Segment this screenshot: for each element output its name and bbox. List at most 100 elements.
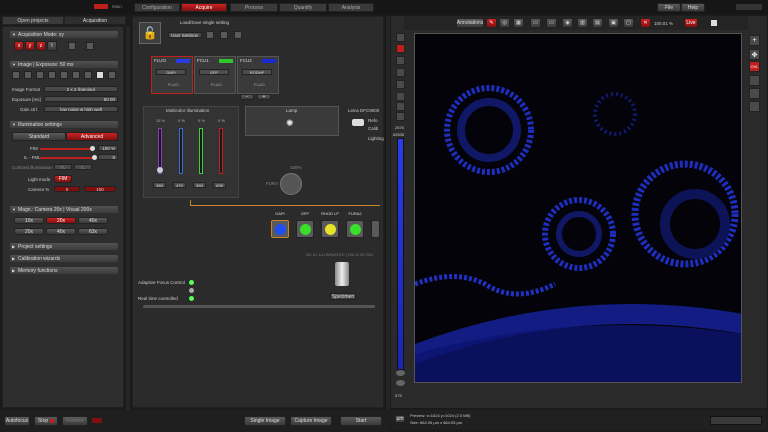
- intensity-knob-bottom[interactable]: [396, 380, 405, 386]
- il-fim-slider-knob[interactable]: [92, 155, 97, 160]
- start-button[interactable]: Start: [340, 416, 382, 426]
- move-icon[interactable]: ✥: [749, 49, 760, 60]
- right-tool-4[interactable]: [749, 75, 760, 86]
- camera-tool-icon-2[interactable]: [24, 71, 32, 79]
- help-menu[interactable]: Help: [681, 3, 705, 12]
- tab-configuration[interactable]: Configuration: [134, 3, 180, 12]
- load-icon[interactable]: [220, 31, 228, 39]
- slider-2-val[interactable]: 470: [173, 182, 186, 188]
- fim-value[interactable]: 100 %: [98, 145, 118, 151]
- illumination-header[interactable]: ▼ Illumination settings: [10, 121, 118, 128]
- filter-5-button[interactable]: [371, 220, 380, 238]
- file-menu[interactable]: File: [657, 3, 681, 12]
- tab-quantify[interactable]: Quantify: [279, 3, 327, 12]
- filter-fura2-button[interactable]: [346, 220, 364, 238]
- turret-icon[interactable]: [280, 173, 302, 195]
- camera-tool-icon-4[interactable]: [48, 71, 56, 79]
- image-format-select[interactable]: 2 x 2 (binning): [44, 86, 118, 92]
- scale-icon[interactable]: ▤: [592, 18, 603, 28]
- rect-red-icon[interactable]: ▭: [546, 18, 557, 28]
- vtool-1[interactable]: [396, 33, 405, 42]
- window-controls[interactable]: [736, 4, 762, 10]
- palette-icon[interactable]: ▥: [577, 18, 588, 28]
- red-slider[interactable]: [219, 128, 223, 174]
- channel-3-dye[interactable]: RODHP: [242, 69, 272, 75]
- vtool-7[interactable]: [396, 102, 405, 111]
- intensity-bar[interactable]: [397, 138, 404, 370]
- unit-button[interactable]: µm: [395, 415, 405, 423]
- leica-sub-lighting[interactable]: Lighting: [368, 136, 384, 141]
- lock-icon[interactable]: 🔓: [139, 22, 161, 44]
- right-tool-6[interactable]: [749, 101, 760, 112]
- magn-40x[interactable]: 40x: [78, 217, 108, 224]
- intensity-knob-top[interactable]: [396, 370, 405, 376]
- left-splitter[interactable]: [126, 26, 130, 410]
- tab-acquire[interactable]: Acquire: [181, 3, 227, 12]
- light-mode-fim[interactable]: FIM: [54, 175, 72, 183]
- advanced-button[interactable]: Advanced: [66, 132, 118, 141]
- reset-icon[interactable]: [234, 31, 242, 39]
- vtool-crosshair[interactable]: [396, 44, 405, 53]
- tab-acquisition[interactable]: Acquisition: [64, 16, 126, 25]
- objective-icon[interactable]: [335, 262, 349, 286]
- slider-3-val[interactable]: 550: [193, 182, 206, 188]
- camera-tool-icon-8[interactable]: [96, 71, 104, 79]
- image-icon[interactable]: ▣: [608, 18, 619, 28]
- leica-sub-calib[interactable]: Calib: [368, 126, 378, 131]
- magn-header[interactable]: ▼ Magn.: Camera 20x | Visual 200x: [10, 206, 118, 213]
- camera-tool-icon-9[interactable]: [108, 71, 116, 79]
- channel-2[interactable]: FCU1 GFP FLUO: [194, 56, 236, 94]
- filter-rhod-button[interactable]: [321, 220, 339, 238]
- acq-mode-header[interactable]: ▼ Acquisition Mode: xy: [10, 31, 118, 38]
- t-button[interactable]: t: [47, 41, 57, 51]
- save-icon[interactable]: [206, 31, 214, 39]
- camera-pct-0[interactable]: 0: [54, 186, 80, 192]
- center-splitter[interactable]: [386, 16, 390, 410]
- vtool-5[interactable]: [396, 80, 405, 89]
- slider-4-val[interactable]: 635: [213, 182, 226, 188]
- eye-icon[interactable]: ◉: [562, 18, 573, 28]
- memory-header[interactable]: ▶ Memory functions: [10, 267, 118, 274]
- visual-20x[interactable]: 20x: [14, 228, 44, 235]
- stop-button[interactable]: Stop: [34, 416, 58, 426]
- gain-select[interactable]: low noise & high well: [44, 106, 118, 112]
- camera-pct-100[interactable]: 100: [84, 186, 116, 192]
- vtool-8[interactable]: [396, 112, 405, 121]
- channel-1[interactable]: FLUO DAPI FLUO: [151, 56, 193, 94]
- grid-icon[interactable]: ▦: [513, 18, 524, 28]
- ovl-icon[interactable]: OVL: [749, 61, 760, 72]
- camera-tool-icon-3[interactable]: [36, 71, 44, 79]
- center-scrollbar[interactable]: [143, 305, 375, 308]
- fim-slider-knob[interactable]: [90, 146, 95, 151]
- remove-channel-button[interactable]: −: [240, 94, 254, 100]
- autofocus-button[interactable]: Autofocus: [4, 416, 30, 426]
- visual-63x[interactable]: 63x: [78, 228, 108, 235]
- live-button[interactable]: Live: [684, 18, 698, 28]
- tab-process[interactable]: Process: [230, 3, 278, 12]
- tab-open-projects[interactable]: Open projects: [2, 16, 64, 25]
- fit-icon[interactable]: ✕: [640, 18, 651, 28]
- camera-tool-icon-7[interactable]: [84, 71, 92, 79]
- filter-gfp-button[interactable]: [296, 220, 314, 238]
- visual-40x[interactable]: 40x: [46, 228, 76, 235]
- vtool-6[interactable]: [396, 92, 405, 101]
- add-channel-button[interactable]: +: [257, 94, 271, 100]
- user-settings-select[interactable]: User Settings: [168, 32, 202, 38]
- add-icon[interactable]: +: [749, 35, 760, 46]
- contrast-tl[interactable]: TL: [54, 164, 72, 170]
- z-button[interactable]: z: [36, 41, 46, 51]
- specimen-button[interactable]: Specimen: [330, 293, 356, 300]
- magn-10x[interactable]: 10x: [14, 217, 44, 224]
- filter-dapi-button[interactable]: [271, 220, 289, 238]
- right-tool-5[interactable]: [749, 88, 760, 99]
- view-menu-icon[interactable]: [710, 19, 718, 27]
- x-button[interactable]: x: [14, 41, 24, 51]
- grid-mode-icon[interactable]: [68, 42, 76, 50]
- camera-tool-icon-5[interactable]: [60, 71, 68, 79]
- slider-1-val[interactable]: 385: [153, 182, 166, 188]
- image-exposure-header[interactable]: ▼ Image | Exposure: 50 ms: [10, 61, 118, 68]
- exposure-input[interactable]: 50.00: [44, 96, 118, 102]
- capture-image-button[interactable]: Capture Image: [290, 416, 332, 426]
- tab-analysis[interactable]: Analysis: [328, 3, 374, 12]
- rect-icon[interactable]: ▭: [530, 18, 541, 28]
